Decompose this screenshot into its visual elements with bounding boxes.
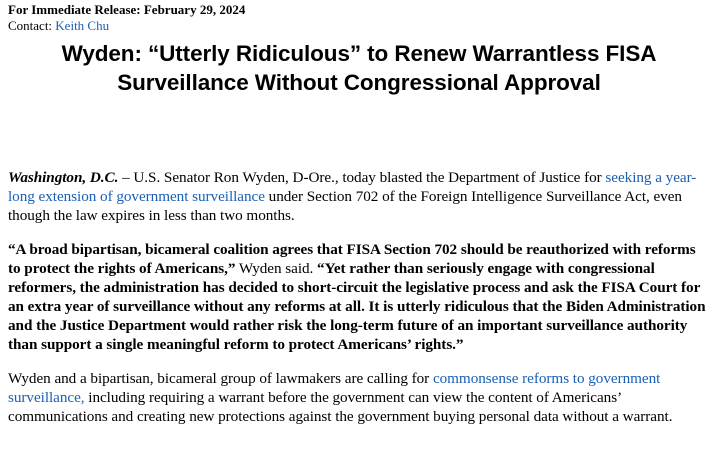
said-attribution: Wyden said. (235, 260, 318, 277)
paragraph-quote: “A broad bipartisan, bicameral coalition… (8, 240, 710, 354)
contact-name-link[interactable]: Keith Chu (55, 18, 109, 33)
paragraph-intro: Washington, D.C. – U.S. Senator Ron Wyde… (8, 168, 710, 225)
release-meta: For Immediate Release: February 29, 2024… (8, 2, 710, 34)
release-date: For Immediate Release: February 29, 2024 (8, 2, 246, 17)
contact-line: Contact: Keith Chu (8, 18, 710, 34)
reforms-text-a: Wyden and a bipartisan, bicameral group … (8, 370, 433, 387)
press-release: For Immediate Release: February 29, 2024… (8, 2, 710, 426)
reforms-text-b: including requiring a warrant before the… (8, 389, 673, 425)
intro-text-a: – U.S. Senator Ron Wyden, D-Ore., today … (118, 169, 606, 186)
dateline: Washington, D.C. (8, 169, 119, 186)
paragraph-reforms: Wyden and a bipartisan, bicameral group … (8, 369, 710, 426)
page-title: Wyden: “Utterly Ridiculous” to Renew War… (61, 41, 657, 95)
contact-label: Contact: (8, 18, 53, 33)
